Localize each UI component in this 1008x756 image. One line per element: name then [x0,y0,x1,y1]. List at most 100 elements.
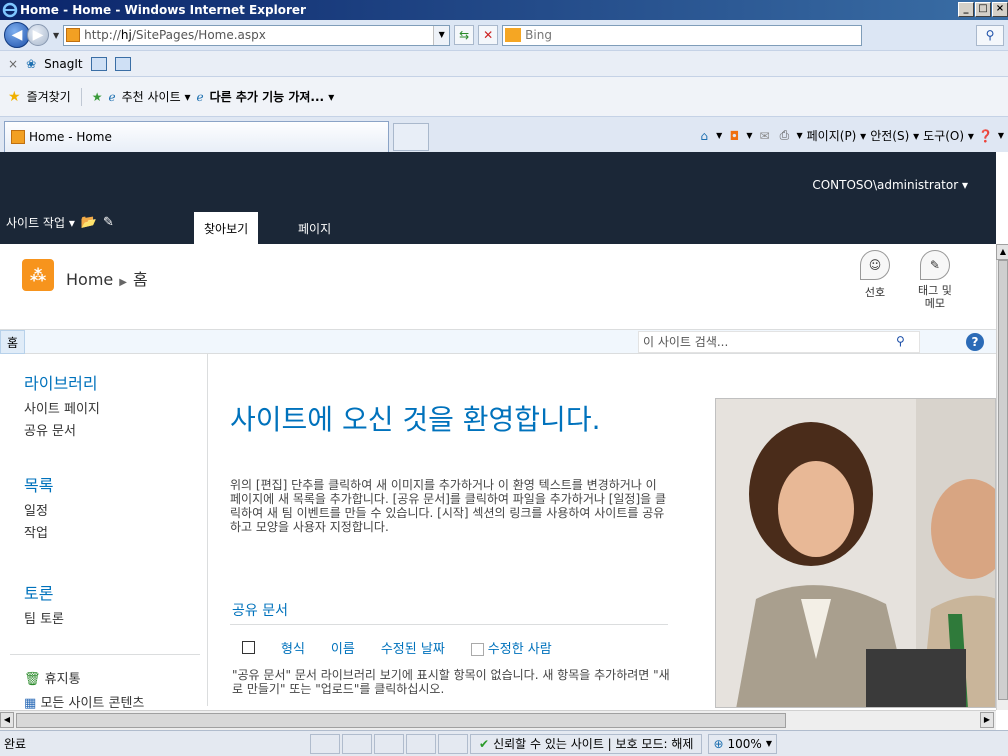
help-icon[interactable]: ❓ [978,129,994,143]
history-dropdown-icon[interactable]: ▼ [53,31,59,40]
search-button[interactable]: ⚲ [976,24,1004,46]
col-modified[interactable]: 수정된 날짜 [381,638,445,657]
tags-notes-button[interactable]: ✎ 태그 및 메모 [918,250,952,310]
ql-lists-heading[interactable]: 목록 [24,472,53,496]
site-actions-area: 사이트 작업 ▾ 📂 ✎ [6,214,114,231]
navigate-up-icon[interactable]: 📂 [81,215,97,230]
search-box[interactable]: Bing [502,24,863,46]
select-all-checkbox[interactable] [242,641,255,654]
favorites-button[interactable]: 즐겨찾기 [27,88,71,105]
breadcrumb: Home ▶ 홈 [66,266,148,290]
recycle-bin-icon: 🗑 [24,672,41,687]
tags-label: 태그 및 메모 [918,284,952,310]
site-search-button[interactable]: ⚲ [896,334,905,348]
breadcrumb-site[interactable]: Home [66,270,113,289]
snagit-label[interactable]: SnagIt [44,57,82,71]
toolbar-close-icon[interactable]: × [8,57,18,71]
mail-icon[interactable]: ✉ [756,129,772,143]
breadcrumb-page: 홈 [132,270,148,289]
breadcrumb-arrow-icon: ▶ [119,277,127,288]
site-logo-icon[interactable]: ⁂ [22,259,54,291]
status-bar: 완료 ✔ 신뢰할 수 있는 사이트 | 보호 모드: 해제 ⊕ 100% ▼ [0,730,1008,756]
welcome-image [715,398,996,708]
ql-all-content[interactable]: ▦ 모든 사이트 콘텐츠 [24,692,144,711]
like-button[interactable]: ☺ 선호 [860,250,890,300]
address-url[interactable]: http://hj/SitePages/Home.aspx [84,28,433,42]
column-checkbox-icon [470,643,484,656]
new-tab-button[interactable] [393,123,429,151]
rss-dropdown-icon[interactable]: ▼ [746,131,752,140]
home-dropdown-icon[interactable]: ▼ [716,131,722,140]
help-icon[interactable]: ? [966,333,984,351]
tab-home[interactable]: Home - Home [4,121,389,152]
close-button[interactable]: × [992,2,1008,17]
site-actions-menu[interactable]: 사이트 작업 ▾ [6,214,75,231]
welcome-description: 위의 [편집] 단추를 클릭하여 새 이미지를 추가하거나 이 환영 텍스트를 … [230,478,667,534]
ribbon-background [0,152,996,244]
address-bar[interactable]: http://hj/SitePages/Home.aspx ▼ [63,24,451,46]
col-modified-by[interactable]: 수정한 사람 [470,638,552,657]
ql-separator [10,654,200,655]
tab-label: Home - Home [29,130,112,144]
status-text: 완료 [4,737,27,751]
scroll-up-icon[interactable]: ▲ [996,244,1008,260]
navigation-bar: ◀ ▶ ▼ http://hj/SitePages/Home.aspx ▼ ⇆ … [0,20,1008,50]
scroll-left-icon[interactable]: ◀ [0,712,14,728]
doclib-title[interactable]: 공유 문서 [232,600,288,620]
maximize-button[interactable]: □ [975,2,991,17]
ql-team-discussion[interactable]: 팀 토론 [24,608,64,627]
status-panel [374,733,404,754]
status-panel [342,733,372,754]
page-menu[interactable]: 페이지(P) ▾ [807,127,867,144]
snagit-logo-icon: ❀ [26,56,37,71]
scroll-right-icon[interactable]: ▶ [980,712,994,728]
minimize-button[interactable]: _ [958,2,974,17]
stop-icon[interactable]: ✕ [478,25,499,45]
horizontal-scrollbar[interactable]: ◀ ▶ [0,710,996,730]
more-addons-link[interactable]: 다른 추가 기능 가져... ▾ [210,88,335,105]
back-arrow-icon: ◀ [11,27,23,43]
vertical-scrollbar[interactable]: ▲ [996,244,1008,710]
safety-menu[interactable]: 안전(S) ▾ [870,127,919,144]
col-name[interactable]: 이름 [331,638,355,657]
horizontal-scroll-thumb[interactable] [16,713,786,728]
favorites-bar: ★ 즐겨찾기 ★ ℯ 추천 사이트 ▾ ℯ 다른 추가 기능 가져... ▾ [0,76,1008,116]
ql-discussions-heading[interactable]: 토론 [24,580,53,604]
add-favorite-icon[interactable]: ★ [92,90,103,104]
print-icon[interactable]: ⎙ [776,128,792,143]
vertical-scroll-thumb[interactable] [998,260,1008,700]
tab-browse[interactable]: 찾아보기 [194,212,259,244]
ql-site-pages[interactable]: 사이트 페이지 [24,398,100,417]
status-panel [406,733,436,754]
ql-shared-docs[interactable]: 공유 문서 [24,420,76,439]
favorites-star-icon: ★ [8,88,21,105]
ql-libraries-heading[interactable]: 라이브러리 [24,370,98,394]
edit-page-icon[interactable]: ✎ [103,215,114,230]
tab-page[interactable]: 페이지 [288,212,341,244]
site-search-input[interactable]: 이 사이트 검색... [638,331,920,353]
rss-icon[interactable]: ◘ [726,129,742,143]
ql-tasks[interactable]: 작업 [24,522,48,541]
snagit-editor-icon[interactable] [114,56,131,71]
ie-page-icon: ℯ [196,89,204,104]
snagit-capture-icon[interactable] [90,56,107,71]
zoom-icon: ⊕ [713,736,724,751]
col-type[interactable]: 형식 [281,638,305,657]
security-zone[interactable]: ✔ 신뢰할 수 있는 사이트 | 보호 모드: 해제 [470,733,703,754]
compatibility-view-icon[interactable]: ⇆ [454,25,475,45]
print-dropdown-icon[interactable]: ▼ [796,131,802,140]
topnav-home[interactable]: 홈 [0,330,26,354]
ql-recycle-bin[interactable]: 🗑 휴지통 [24,668,81,687]
ql-calendar[interactable]: 일정 [24,500,48,519]
home-icon[interactable]: ⌂ [696,129,712,143]
user-menu[interactable]: CONTOSO\administrator ▾ [812,178,968,192]
address-dropdown-icon[interactable]: ▼ [433,25,450,45]
command-bar: ⌂ ▼ ◘ ▼ ✉ ⎙ ▼ 페이지(P) ▾ 안전(S) ▾ 도구(O) ▾ ❓ ▼ [696,127,1004,144]
zoom-control[interactable]: ⊕ 100% ▼ [708,733,777,754]
forward-button[interactable]: ▶ [27,24,49,46]
tab-favicon-icon [11,130,25,144]
help-dropdown-icon[interactable]: ▼ [998,131,1004,140]
site-favicon-icon [66,28,81,42]
suggested-sites-link[interactable]: 추천 사이트 ▾ [122,88,191,105]
tools-menu[interactable]: 도구(O) ▾ [923,127,974,144]
